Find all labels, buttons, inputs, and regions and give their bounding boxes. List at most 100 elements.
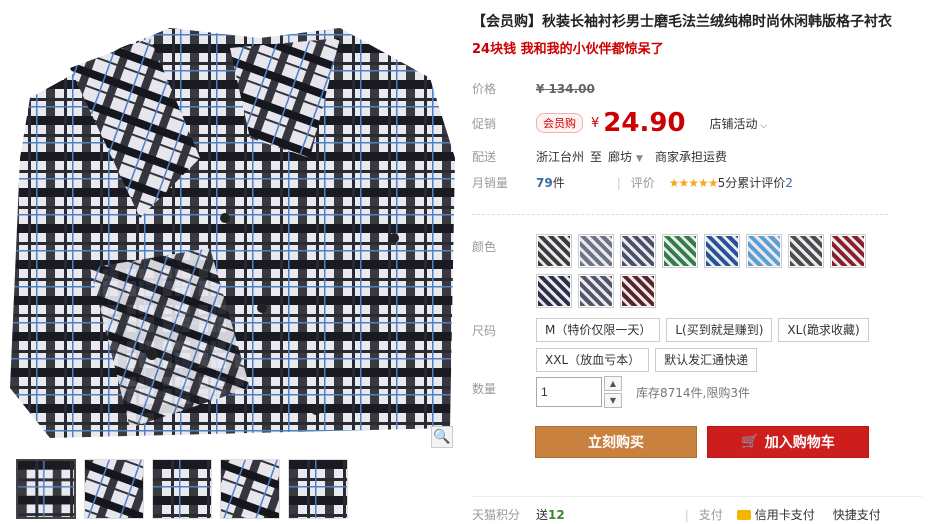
points-label: 天猫积分 — [472, 508, 521, 522]
quantity-label: 数量 — [472, 382, 497, 396]
quantity-label-row: 数量 — [472, 380, 536, 397]
shipping-label: 配送 — [472, 150, 497, 164]
buy-now-button[interactable]: 立刻购买 — [535, 426, 697, 458]
product-gallery: 🔍 — [10, 8, 455, 519]
thumbnail-5[interactable] — [288, 459, 348, 519]
monthly-sales-label: 月销量 — [472, 176, 509, 190]
zoom-icon[interactable]: 🔍 — [431, 426, 453, 448]
color-label-row: 颜色 — [472, 238, 536, 255]
review-count: 2 — [785, 176, 793, 190]
color-swatch-image — [580, 236, 612, 266]
thumbnail-3[interactable] — [152, 459, 212, 519]
original-price-value: 134.00 — [548, 81, 595, 96]
member-tag: 会员购 — [536, 113, 583, 133]
quantity-down-button[interactable]: ▼ — [604, 393, 622, 408]
color-swatch[interactable] — [662, 234, 698, 268]
quick-pay: 快捷支付 — [832, 508, 881, 522]
credit-card-icon — [736, 509, 751, 520]
ship-to-word: 至 — [590, 150, 603, 164]
size-option-xxl[interactable]: XXL（放血亏本） — [536, 348, 650, 372]
rating-stars-icon: ★★★★★ — [668, 175, 719, 190]
shipping-note: 商家承担运费 — [654, 150, 727, 164]
promo-currency: ¥ — [591, 115, 600, 131]
thumbnail-4[interactable] — [220, 459, 280, 519]
color-swatch[interactable] — [830, 234, 866, 268]
rating-score: 5分 — [717, 176, 738, 190]
promo-label: 促销 — [472, 116, 497, 131]
product-info-panel: 【会员购】秋装长袖衬衫男士磨毛法兰绒纯棉时尚休闲韩版格子衬衣 24块钱 我和我的… — [472, 12, 922, 522]
promo-price: 24.90 — [603, 108, 686, 138]
ship-destination: 廊坊 — [608, 150, 633, 164]
color-swatch-image — [538, 276, 570, 306]
color-swatch-image — [664, 236, 696, 266]
color-swatch-image — [622, 236, 654, 266]
divider: | — [616, 175, 621, 190]
size-label-row: 尺码 — [472, 322, 536, 339]
bottom-divider — [472, 496, 922, 497]
thumbnail-2[interactable] — [84, 459, 144, 519]
original-price: ¥ 134.00 — [536, 82, 595, 96]
thumbnail-1[interactable] — [16, 459, 76, 519]
store-activity-dropdown[interactable]: 店铺活动 ⌵ — [710, 115, 768, 132]
color-swatch-image — [580, 276, 612, 306]
cart-icon: 🛒 — [741, 434, 759, 450]
review-count-label: 累计评价 — [737, 176, 786, 190]
section-divider — [472, 214, 888, 215]
color-swatch-image — [748, 236, 780, 266]
product-main-image[interactable]: 🔍 — [10, 8, 455, 450]
monthly-sales-count: 79 — [536, 175, 553, 190]
color-label: 颜色 — [472, 240, 497, 254]
size-option-m[interactable]: M（特价仅限一天） — [536, 318, 661, 342]
color-swatch[interactable] — [788, 234, 824, 268]
pay-label: 支付 — [698, 508, 723, 522]
sales-row: 月销量 79 件 | 评价 ★★★★★ 5分 累计评价2 — [472, 174, 793, 191]
color-swatch[interactable] — [620, 234, 656, 268]
ship-destination-dropdown[interactable]: 廊坊 ▼ — [608, 148, 643, 165]
size-option-xl[interactable]: XL(跪求收藏) — [778, 318, 869, 342]
color-swatch-image — [706, 236, 738, 266]
original-currency: ¥ — [536, 81, 545, 96]
review-count-link[interactable]: 累计评价2 — [737, 174, 793, 191]
bottom-row: 天猫积分 送 12 | 支付 信用卡支付 快捷支付 — [472, 506, 922, 523]
quantity-stepper: ▲ ▼ — [604, 376, 622, 408]
color-swatch[interactable] — [536, 274, 572, 308]
product-subtitle: 24块钱 我和我的小伙伴都惊呆了 — [472, 42, 664, 57]
size-option-l[interactable]: L(买到就是赚到) — [666, 318, 773, 342]
ship-from: 浙江台州 — [536, 150, 585, 164]
shipping-row: 配送 浙江台州 至 廊坊 ▼ 商家承担运费 — [472, 148, 727, 165]
color-swatch-image — [622, 276, 654, 306]
add-to-cart-label: 加入购物车 — [764, 435, 835, 451]
color-swatch-list — [536, 234, 896, 308]
caret-down-icon: ▼ — [636, 154, 643, 164]
color-swatch-image — [832, 236, 864, 266]
product-title: 【会员购】秋装长袖衬衫男士磨毛法兰绒纯棉时尚休闲韩版格子衬衣 — [472, 14, 892, 30]
shipping-option-default[interactable]: 默认发汇通快递 — [655, 348, 758, 372]
color-swatch-image — [538, 236, 570, 266]
quantity-up-button[interactable]: ▲ — [604, 376, 622, 391]
price-label: 价格 — [472, 82, 497, 96]
stock-info: 库存8714件,限购3件 — [636, 385, 750, 400]
color-swatch[interactable] — [620, 274, 656, 308]
divider: | — [684, 507, 689, 522]
credit-card-pay: 信用卡支付 — [754, 508, 815, 522]
quantity-input[interactable] — [536, 377, 602, 407]
color-swatch[interactable] — [578, 234, 614, 268]
color-swatch[interactable] — [578, 274, 614, 308]
chevron-down-icon: ⌵ — [757, 120, 768, 131]
quantity-control: ▲ ▼ 库存8714件,限购3件 — [536, 376, 750, 408]
buy-now-label: 立刻购买 — [588, 435, 644, 451]
monthly-sales-unit: 件 — [552, 176, 565, 190]
color-swatch[interactable] — [536, 234, 572, 268]
points-prefix: 送 — [536, 508, 549, 522]
color-swatch-image — [790, 236, 822, 266]
add-to-cart-button[interactable]: 🛒 加入购物车 — [707, 426, 869, 458]
color-swatch[interactable] — [746, 234, 782, 268]
points-value: 12 — [548, 507, 565, 522]
size-label: 尺码 — [472, 324, 497, 338]
size-option-list: M（特价仅限一天） L(买到就是赚到) XL(跪求收藏) XXL（放血亏本） 默… — [536, 318, 896, 372]
promo-row: 促销 会员购 ¥ 24.90 店铺活动 ⌵ — [472, 108, 767, 138]
review-label: 评价 — [630, 176, 655, 190]
store-activity-label: 店铺活动 — [709, 116, 758, 131]
price-row: 价格 ¥ 134.00 — [472, 80, 595, 97]
color-swatch[interactable] — [704, 234, 740, 268]
